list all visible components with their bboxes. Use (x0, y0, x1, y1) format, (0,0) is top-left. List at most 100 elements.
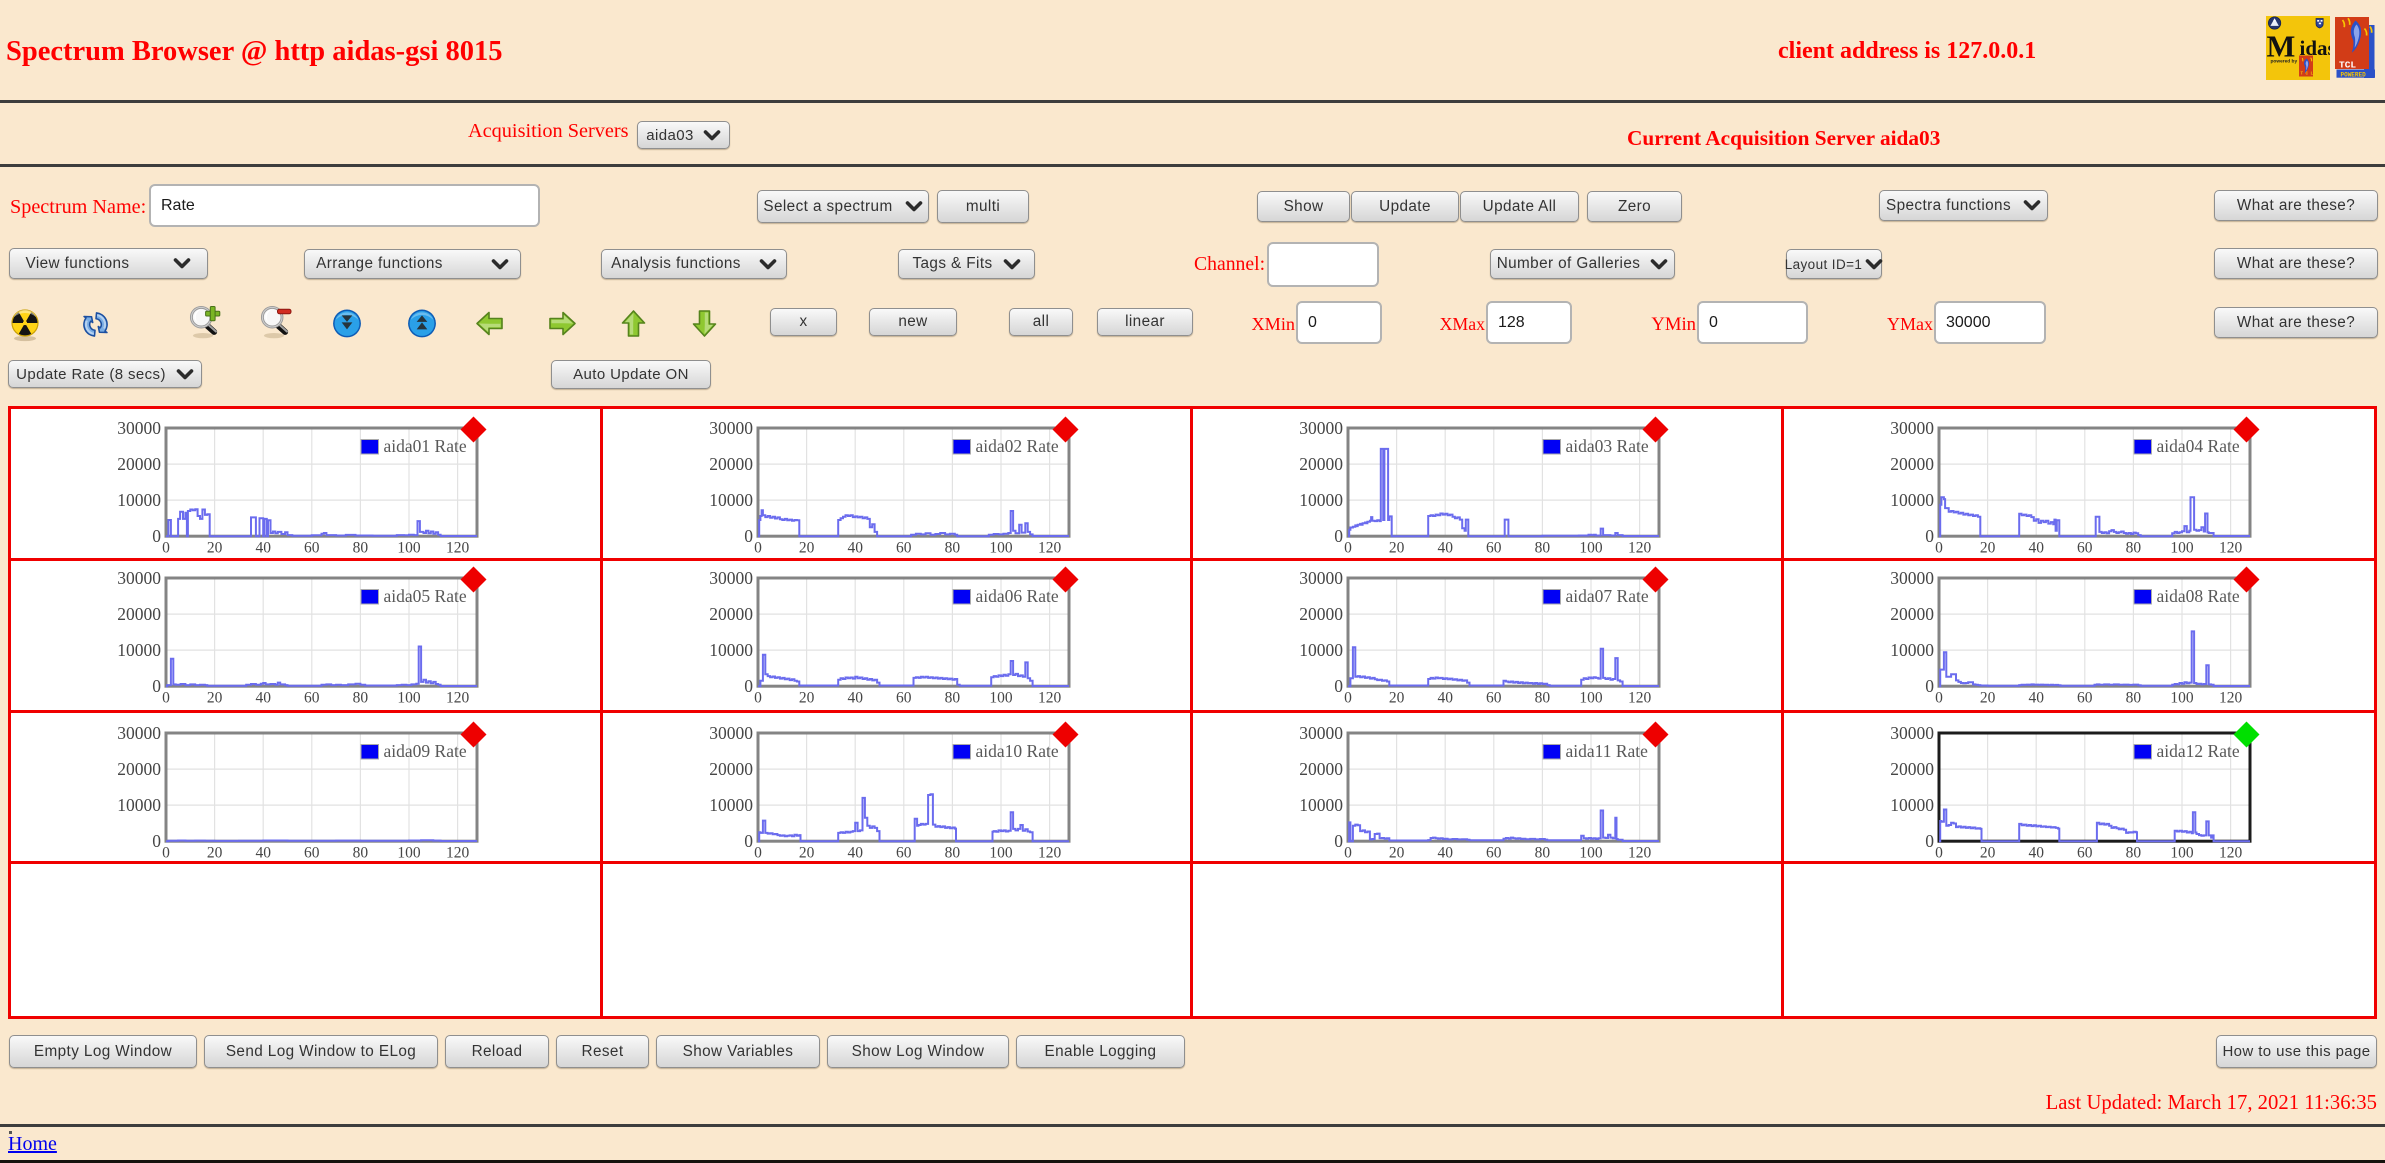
svg-text:20: 20 (799, 845, 815, 862)
svg-text:80: 80 (2126, 845, 2142, 862)
svg-text:0: 0 (1334, 526, 1343, 546)
svg-text:120: 120 (2219, 690, 2243, 707)
svg-text:aida04 Rate: aida04 Rate (2157, 436, 2240, 456)
svg-text:T C L: T C L (2301, 73, 2314, 77)
svg-text:40: 40 (847, 845, 863, 862)
svg-text:20: 20 (207, 690, 223, 707)
svg-text:30000: 30000 (709, 723, 753, 743)
svg-text:60: 60 (304, 845, 320, 862)
svg-text:20: 20 (207, 540, 223, 557)
svg-text:100: 100 (1579, 540, 1603, 557)
svg-text:80: 80 (2126, 540, 2142, 557)
svg-text:10000: 10000 (709, 640, 753, 660)
svg-text:40: 40 (255, 540, 271, 557)
svg-text:20000: 20000 (117, 604, 161, 624)
svg-text:30000: 30000 (1299, 568, 1343, 588)
svg-text:60: 60 (1486, 845, 1502, 862)
svg-text:0: 0 (1334, 831, 1343, 851)
svg-text:0: 0 (1344, 540, 1352, 557)
svg-text:80: 80 (945, 540, 961, 557)
svg-text:30000: 30000 (709, 418, 753, 438)
svg-text:10000: 10000 (1890, 795, 1934, 815)
svg-text:120: 120 (1628, 690, 1652, 707)
svg-text:10000: 10000 (117, 640, 161, 660)
svg-text:80: 80 (353, 690, 369, 707)
svg-text:80: 80 (2126, 690, 2142, 707)
svg-text:10000: 10000 (117, 490, 161, 510)
svg-text:10000: 10000 (709, 490, 753, 510)
svg-text:20000: 20000 (1890, 604, 1934, 624)
svg-text:80: 80 (945, 690, 961, 707)
svg-text:aida09 Rate: aida09 Rate (384, 741, 467, 761)
svg-text:40: 40 (2028, 845, 2044, 862)
svg-text:100: 100 (2170, 690, 2194, 707)
svg-text:60: 60 (2077, 540, 2093, 557)
svg-text:0: 0 (744, 831, 753, 851)
svg-text:80: 80 (1535, 845, 1551, 862)
svg-text:0: 0 (162, 845, 170, 862)
svg-text:20: 20 (1980, 690, 1996, 707)
svg-text:40: 40 (847, 690, 863, 707)
svg-text:40: 40 (2028, 690, 2044, 707)
svg-text:20000: 20000 (1890, 759, 1934, 779)
svg-text:30000: 30000 (1890, 418, 1934, 438)
svg-text:40: 40 (1437, 690, 1453, 707)
svg-text:120: 120 (1628, 845, 1652, 862)
svg-text:120: 120 (1628, 540, 1652, 557)
svg-text:20000: 20000 (709, 454, 753, 474)
svg-text:aida08 Rate: aida08 Rate (2157, 586, 2240, 606)
svg-text:aida01 Rate: aida01 Rate (384, 436, 467, 456)
svg-text:20: 20 (1980, 540, 1996, 557)
svg-text:100: 100 (397, 540, 421, 557)
svg-text:aida10 Rate: aida10 Rate (976, 741, 1059, 761)
svg-text:60: 60 (896, 690, 912, 707)
svg-text:0: 0 (1334, 676, 1343, 696)
svg-text:10000: 10000 (1299, 640, 1343, 660)
svg-text:20: 20 (207, 845, 223, 862)
svg-text:30000: 30000 (709, 568, 753, 588)
svg-text:0: 0 (1935, 690, 1943, 707)
svg-text:30000: 30000 (117, 418, 161, 438)
svg-text:80: 80 (353, 540, 369, 557)
svg-text:40: 40 (255, 845, 271, 862)
svg-text:TCL: TCL (2339, 60, 2356, 71)
svg-text:60: 60 (1486, 690, 1502, 707)
svg-text:20000: 20000 (117, 454, 161, 474)
svg-text:0: 0 (1935, 540, 1943, 557)
svg-text:20: 20 (1980, 845, 1996, 862)
svg-text:0: 0 (744, 676, 753, 696)
svg-text:30000: 30000 (1299, 723, 1343, 743)
svg-text:100: 100 (1579, 845, 1603, 862)
svg-text:100: 100 (397, 690, 421, 707)
svg-text:60: 60 (304, 690, 320, 707)
svg-text:60: 60 (2077, 690, 2093, 707)
svg-text:40: 40 (2028, 540, 2044, 557)
svg-text:0: 0 (152, 831, 161, 851)
svg-text:10000: 10000 (1299, 490, 1343, 510)
svg-text:60: 60 (896, 540, 912, 557)
svg-text:aida05 Rate: aida05 Rate (384, 586, 467, 606)
svg-text:100: 100 (397, 845, 421, 862)
svg-text:40: 40 (847, 540, 863, 557)
svg-text:aida12 Rate: aida12 Rate (2157, 741, 2240, 761)
svg-text:0: 0 (1344, 845, 1352, 862)
svg-text:M: M (2267, 30, 2296, 64)
svg-text:20000: 20000 (1890, 454, 1934, 474)
svg-text:40: 40 (255, 690, 271, 707)
svg-text:0: 0 (162, 540, 170, 557)
svg-text:0: 0 (152, 526, 161, 546)
svg-text:30000: 30000 (1299, 418, 1343, 438)
svg-text:0: 0 (744, 526, 753, 546)
svg-text:0: 0 (1925, 526, 1934, 546)
svg-text:60: 60 (2077, 845, 2093, 862)
svg-text:powered by: powered by (2271, 59, 2298, 65)
svg-text:120: 120 (1038, 845, 1062, 862)
svg-text:30000: 30000 (1890, 723, 1934, 743)
svg-text:0: 0 (1344, 690, 1352, 707)
svg-text:10000: 10000 (1890, 640, 1934, 660)
svg-text:20000: 20000 (1299, 454, 1343, 474)
svg-text:10000: 10000 (1299, 795, 1343, 815)
svg-text:20: 20 (799, 690, 815, 707)
svg-text:60: 60 (304, 540, 320, 557)
svg-text:POWERED: POWERED (2341, 71, 2367, 78)
